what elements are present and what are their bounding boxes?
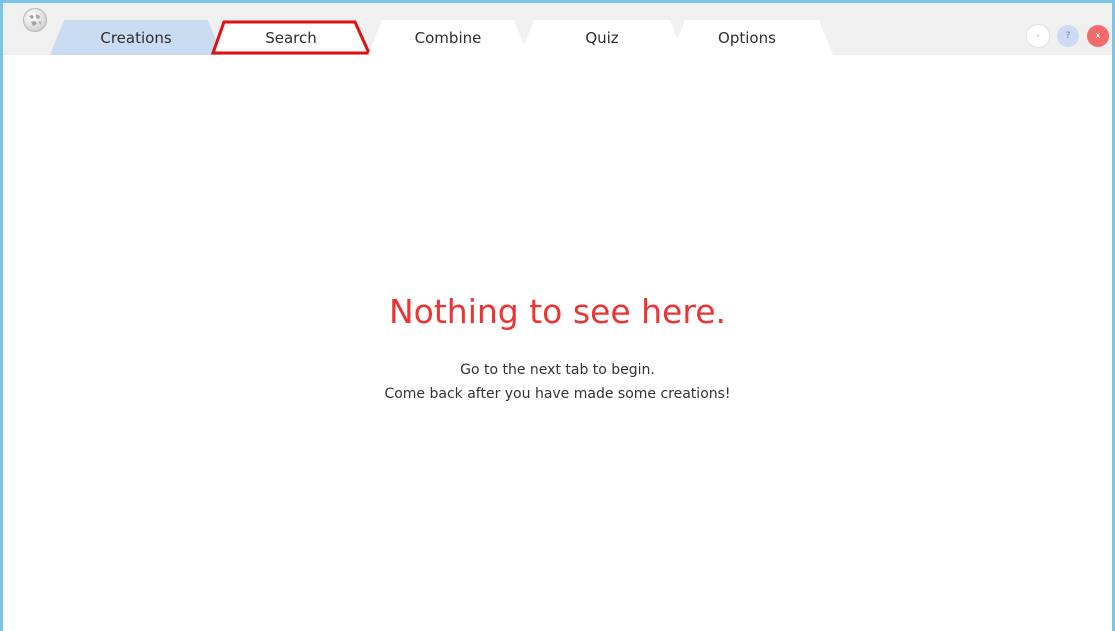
window-controls: - ? x <box>1027 25 1109 47</box>
tab-creations-label: Creations <box>100 28 172 47</box>
tab-options[interactable]: Options <box>671 20 833 55</box>
tab-search[interactable]: Search <box>209 20 373 55</box>
tab-options-label: Options <box>718 28 776 47</box>
tab-bar: Creations Search Combine Quiz Options - … <box>3 3 1112 55</box>
close-button[interactable]: x <box>1087 25 1109 47</box>
tab-quiz[interactable]: Quiz <box>520 20 688 55</box>
tab-combine[interactable]: Combine <box>368 20 538 55</box>
tab-creations[interactable]: Creations <box>50 20 222 55</box>
empty-state-line-1: Go to the next tab to begin. <box>460 362 655 378</box>
minimize-button[interactable]: - <box>1027 25 1049 47</box>
tab-quiz-label: Quiz <box>585 28 619 47</box>
globe-icon <box>23 8 47 32</box>
empty-state-line-2: Come back after you have made some creat… <box>384 386 731 402</box>
tab-combine-label: Combine <box>414 28 482 47</box>
tab-search-label: Search <box>265 28 317 47</box>
app-window: Creations Search Combine Quiz Options - … <box>0 0 1115 631</box>
help-button[interactable]: ? <box>1057 25 1079 47</box>
main-content: Nothing to see here. Go to the next tab … <box>3 55 1112 631</box>
empty-state-title: Nothing to see here. <box>388 292 726 331</box>
